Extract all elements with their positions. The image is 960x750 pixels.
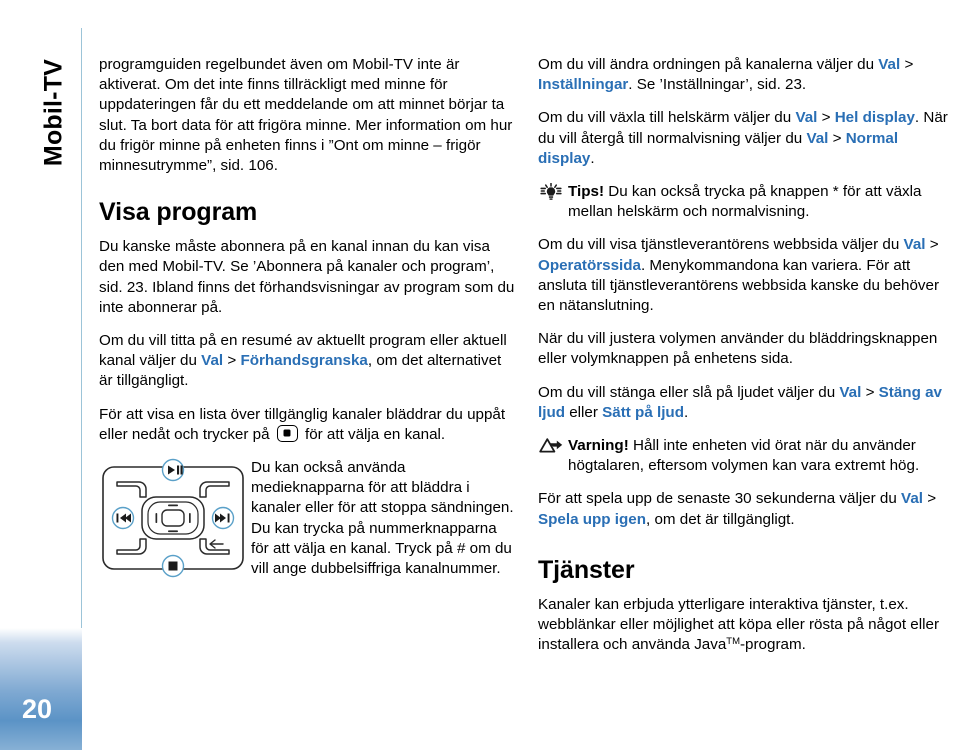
menu-path-val: Val xyxy=(795,109,818,127)
paragraph-subscription: Du kanske måste abonnera på en kanal inn… xyxy=(99,238,515,316)
paragraph-preview: Om du vill titta på en resumé av aktuell… xyxy=(99,331,517,392)
manual-page: Mobil-TV 20 programguiden regelbundet äv… xyxy=(0,0,960,750)
path-separator: > xyxy=(817,109,835,127)
menu-path-val: Val xyxy=(903,236,926,254)
text-run: . xyxy=(684,403,689,421)
paragraph-volume: När du vill justera volymen använder du … xyxy=(538,330,938,368)
path-separator: > xyxy=(925,236,939,254)
tip-text: Du kan också trycka på knappen * för att… xyxy=(568,183,922,221)
path-separator: > xyxy=(861,383,879,401)
menu-path-spela-upp-igen: Spela upp igen xyxy=(538,510,647,528)
figure-caption: Du kan också använda medieknapparna för … xyxy=(251,459,514,578)
menu-path-val: Val xyxy=(901,490,924,508)
text-run: Om du vill växla till helskärm väljer du xyxy=(538,109,796,127)
column-divider-rule xyxy=(81,28,82,720)
text-run: Om du vill stänga eller slå på ljudet vä… xyxy=(538,383,840,401)
menu-path-hel-display: Hel display xyxy=(834,109,915,127)
text-run: . xyxy=(590,149,595,167)
text-run: För att spela upp de senaste 30 sekunder… xyxy=(538,490,902,508)
text-run: -program. xyxy=(740,636,806,654)
menu-path-val: Val xyxy=(201,352,224,370)
path-separator: > xyxy=(923,490,937,508)
text-run: Om du vill ändra ordningen på kanalerna … xyxy=(538,56,879,73)
menu-path-installningar: Inställningar xyxy=(538,76,629,94)
intro-paragraph: programguiden regelbundet även om Mobil-… xyxy=(99,56,513,175)
paragraph-fullscreen: Om du vill växla till helskärm väljer du… xyxy=(538,108,950,169)
menu-path-satt-pa-ljud: Sätt på ljud xyxy=(602,403,684,421)
warning-notice: Varning! Håll inte enheten vid örat när … xyxy=(538,436,950,476)
paragraph-replay: För att spela upp de senaste 30 sekunder… xyxy=(538,489,950,529)
path-separator: > xyxy=(223,352,241,370)
lightbulb-icon xyxy=(538,182,564,202)
text-run: , om det är tillgängligt. xyxy=(646,510,795,528)
device-figure-row: Du kan också använda medieknapparna för … xyxy=(99,458,517,586)
paragraph-reorder-channels: Om du vill ändra ordningen på kanalerna … xyxy=(538,55,950,95)
paragraph-services: Kanaler kan erbjuda ytterligare interakt… xyxy=(538,595,950,656)
menu-path-val: Val xyxy=(839,383,862,401)
section-heading-visa-program: Visa program xyxy=(99,198,258,227)
paragraph-operator-page: Om du vill visa tjänstleverantörens webb… xyxy=(538,235,950,316)
text-run: Om du vill visa tjänstleverantörens webb… xyxy=(538,236,904,254)
text-run: eller xyxy=(565,403,603,421)
menu-path-forhandsgranska: Förhandsgranska xyxy=(240,352,368,370)
page-number-swatch: 20 xyxy=(0,628,82,750)
tip-notice: Tips! Du kan också trycka på knappen * f… xyxy=(538,182,950,222)
menu-path-val: Val xyxy=(878,56,901,73)
warning-label: Varning! xyxy=(568,437,629,455)
chapter-tab-label: Mobil-TV xyxy=(39,58,68,167)
text-run: . Se ’Inställningar’, sid. 23. xyxy=(628,76,807,94)
warning-triangle-icon xyxy=(538,437,564,456)
paragraph-channel-list: För att visa en lista över tillgänglig k… xyxy=(99,405,517,445)
paragraph-mute: Om du vill stänga eller slå på ljudet vä… xyxy=(538,383,950,423)
page-number: 20 xyxy=(22,694,53,724)
left-column: programguiden regelbundet även om Mobil-… xyxy=(99,55,517,586)
media-keys-diagram xyxy=(99,458,247,582)
right-column: Om du vill ändra ordningen på kanalerna … xyxy=(538,55,950,668)
menu-path-operatorssida: Operatörssida xyxy=(538,256,641,274)
text-run: för att välja en kanal. xyxy=(300,425,446,443)
path-separator: > xyxy=(828,129,846,147)
section-heading-tjanster: Tjänster xyxy=(538,555,635,584)
path-separator: > xyxy=(900,56,914,73)
menu-path-val: Val xyxy=(806,129,829,147)
selection-key-icon xyxy=(276,424,298,442)
tip-label: Tips! xyxy=(568,183,605,201)
trademark-mark: TM xyxy=(726,636,740,648)
